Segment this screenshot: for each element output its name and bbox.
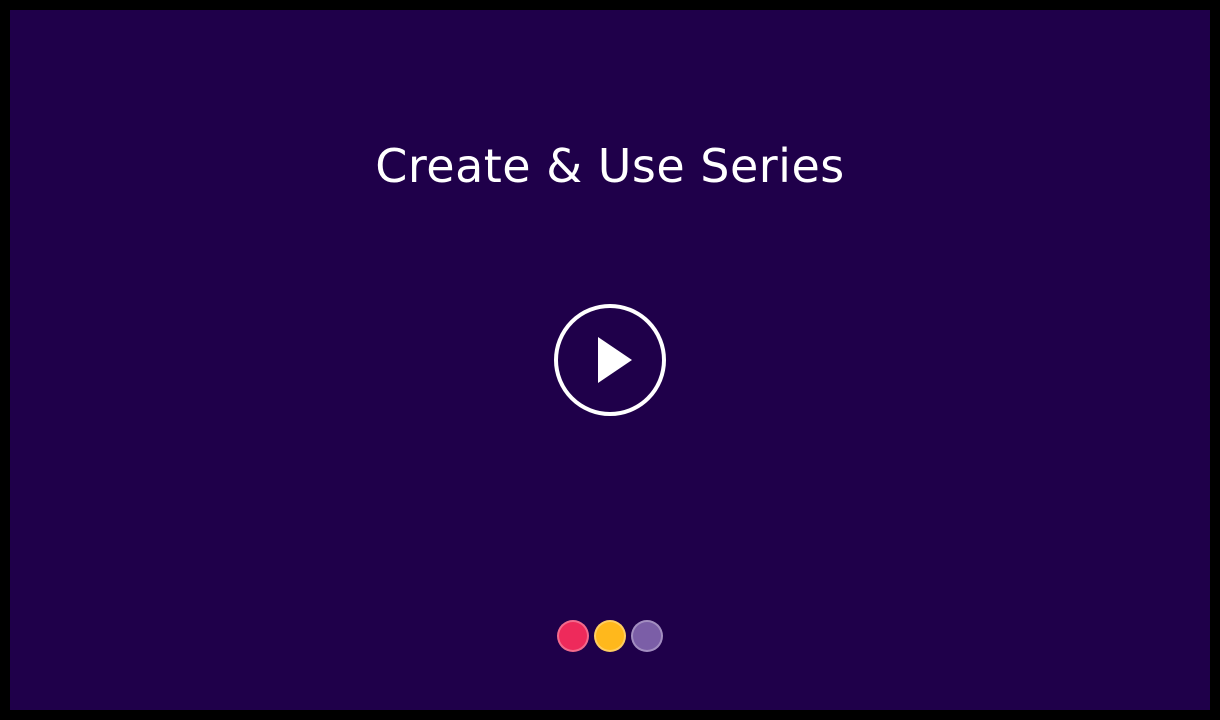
slide-title: Create & Use Series (375, 139, 845, 193)
brand-dot (631, 620, 663, 652)
video-slide: Create & Use Series (10, 10, 1210, 710)
brand-dot (594, 620, 626, 652)
play-button[interactable] (554, 304, 666, 416)
play-icon (554, 304, 666, 416)
brand-dot (557, 620, 589, 652)
brand-dots (557, 620, 663, 652)
